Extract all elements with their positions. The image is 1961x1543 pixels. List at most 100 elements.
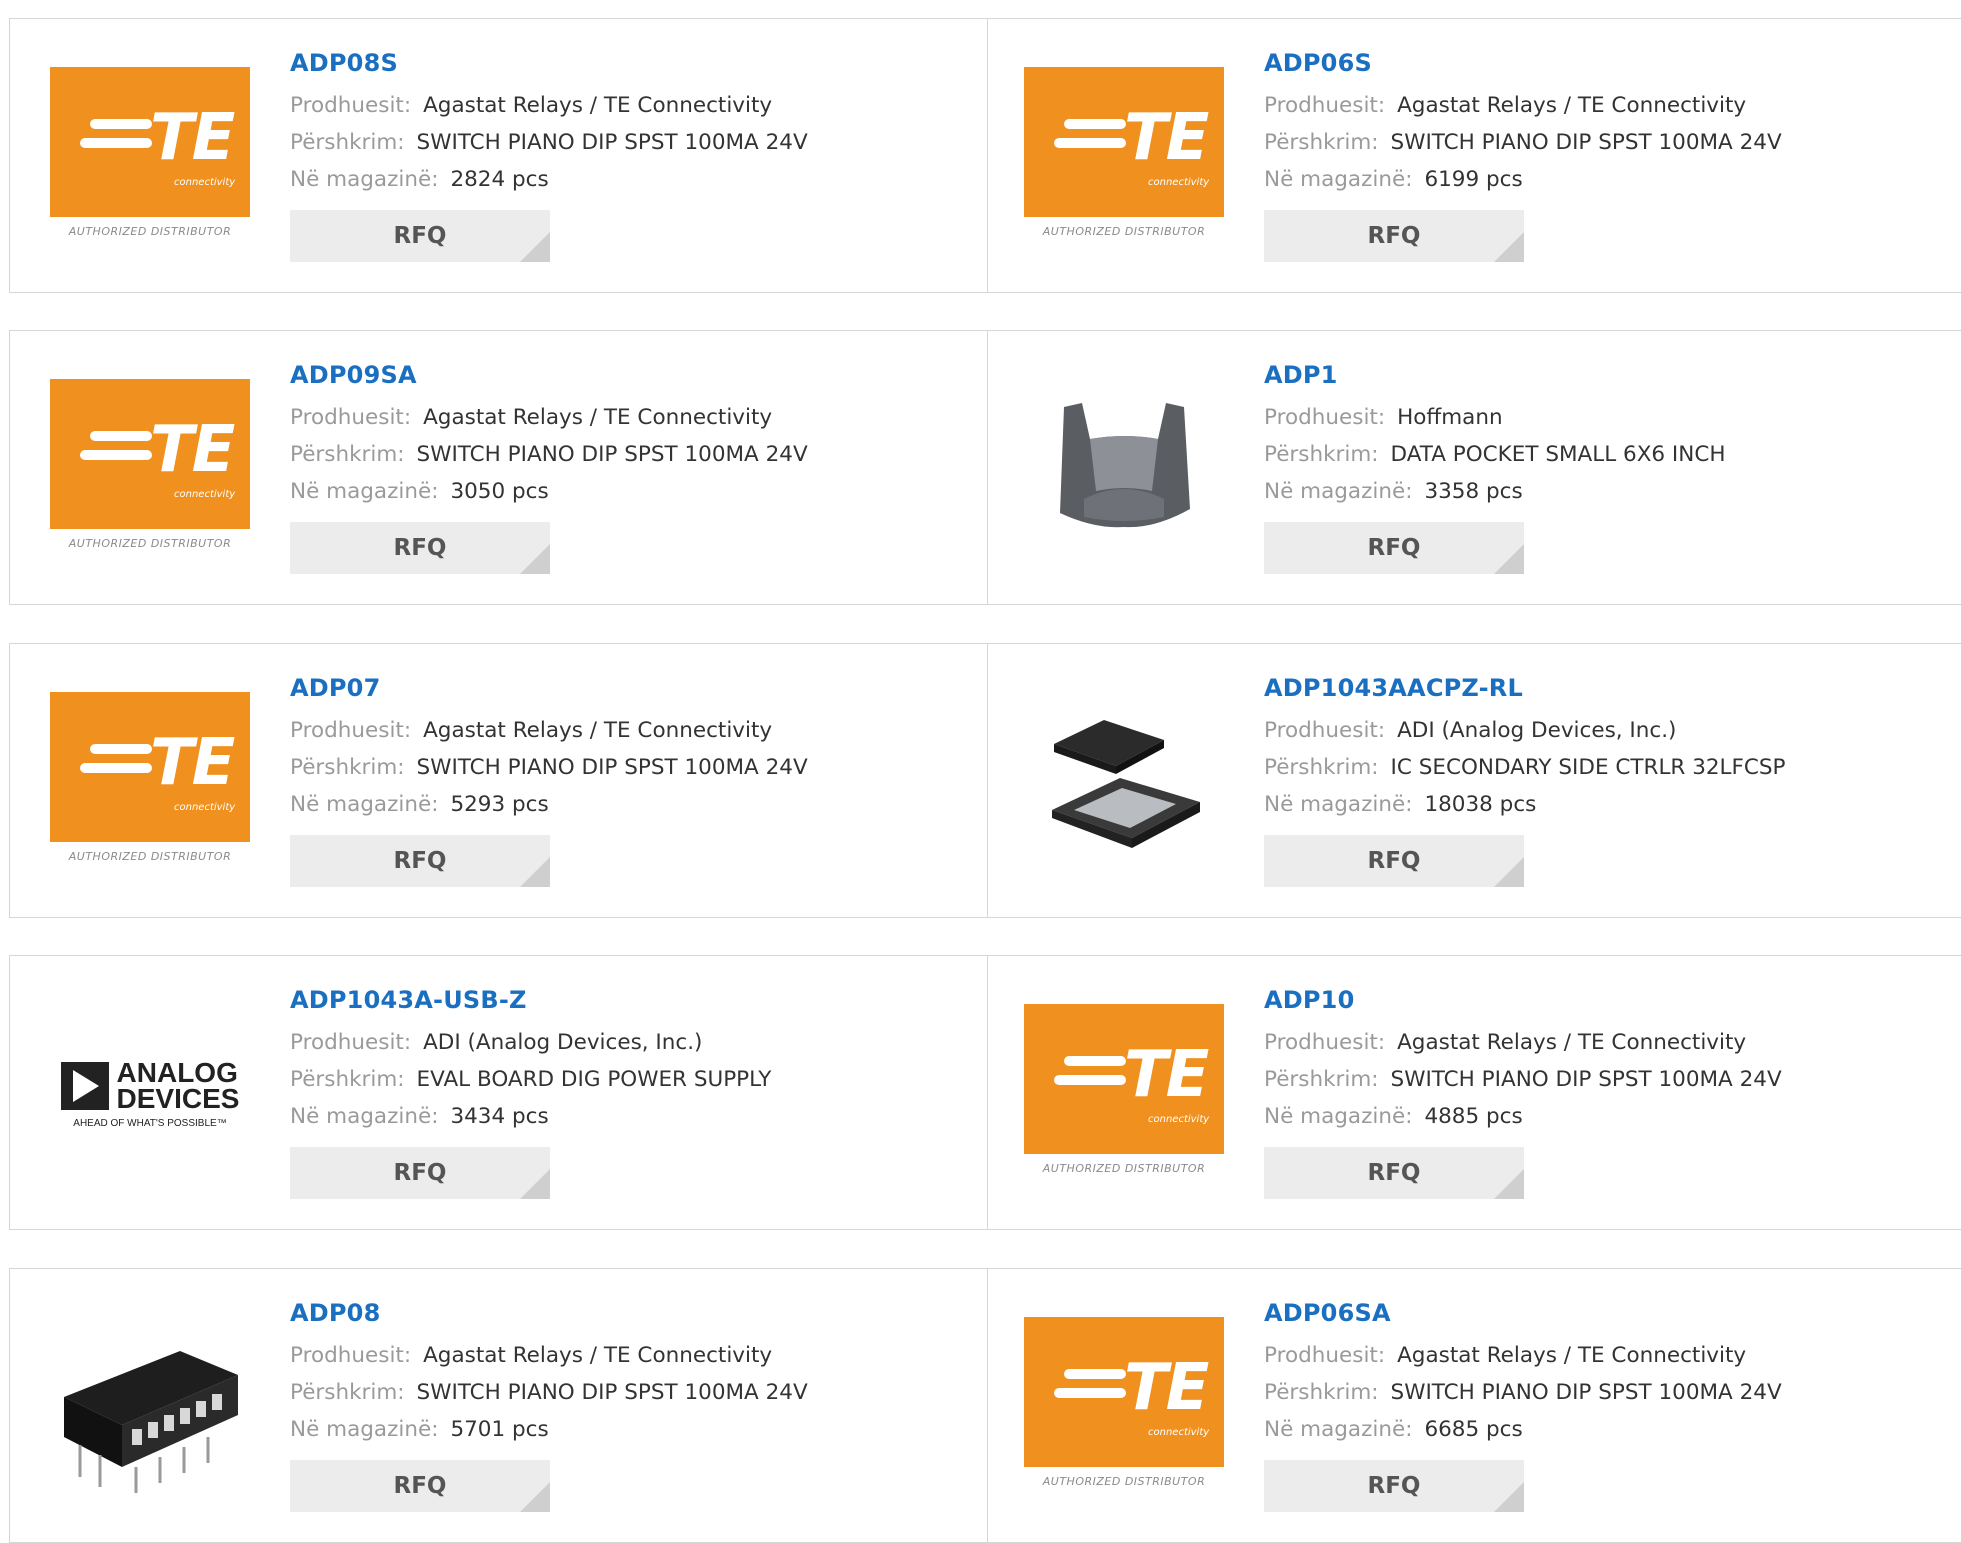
rfq-corner-icon <box>1494 1169 1524 1199</box>
manufacturer-value: Agastat Relays / TE Connectivity <box>1397 93 1747 118</box>
manufacturer-row: Prodhuesit: Agastat Relays / TE Connectiv… <box>1264 1024 1782 1061</box>
description-row: Përshkrim: SWITCH PIANO DIP SPST 100MA 24… <box>290 1374 808 1411</box>
adi-logo-line2: DEVICES <box>116 1082 240 1114</box>
product-thumbnail[interactable]: TE connectivity AUTHORIZED DISTRIBUTOR <box>50 692 250 872</box>
manufacturer-row: Prodhuesit: ADI (Analog Devices, Inc.) <box>1264 712 1786 749</box>
manufacturer-row: Prodhuesit: Agastat Relays / TE Connectiv… <box>290 1337 808 1374</box>
te-logo-word: TE <box>150 413 235 487</box>
te-logo-word: TE <box>150 101 235 175</box>
product-card: TE connectivity AUTHORIZED DISTRIBUTOR A… <box>988 1269 1961 1542</box>
rfq-corner-icon <box>1494 857 1524 887</box>
ic-chip-image <box>1052 720 1200 848</box>
part-number-link[interactable]: ADP06S <box>1264 49 1782 77</box>
stock-value: 2824 pcs <box>450 167 549 192</box>
stock-label: Në magazinë: <box>290 1104 439 1129</box>
description-row: Përshkrim: SWITCH PIANO DIP SPST 100MA 24… <box>290 749 808 786</box>
manufacturer-label: Prodhuesit: <box>1264 405 1386 430</box>
description-value: SWITCH PIANO DIP SPST 100MA 24V <box>1390 1067 1782 1092</box>
product-thumbnail[interactable]: TE connectivity AUTHORIZED DISTRIBUTOR <box>50 67 250 247</box>
te-logo-badge: TE connectivity <box>1024 67 1224 217</box>
part-number-link[interactable]: ADP08 <box>290 1299 808 1327</box>
product-thumbnail[interactable] <box>1024 379 1224 559</box>
rfq-button[interactable]: RFQ <box>1264 210 1524 262</box>
product-thumbnail[interactable] <box>1024 692 1224 872</box>
manufacturer-value: Hoffmann <box>1397 405 1503 430</box>
te-logo-badge: TE connectivity <box>50 379 250 529</box>
manufacturer-label: Prodhuesit: <box>1264 1343 1386 1368</box>
product-thumbnail[interactable]: ANALOG DEVICES AHEAD OF WHAT'S POSSIBLE™ <box>50 1004 250 1184</box>
manufacturer-value: Agastat Relays / TE Connectivity <box>1397 1030 1747 1055</box>
rfq-corner-icon <box>1494 232 1524 262</box>
stock-value: 3358 pcs <box>1424 479 1523 504</box>
product-info: ADP06S Prodhuesit: Agastat Relays / TE Con… <box>1264 49 1782 262</box>
rfq-button[interactable]: RFQ <box>1264 522 1524 574</box>
rfq-button[interactable]: RFQ <box>1264 1147 1524 1199</box>
product-card: ANALOG DEVICES AHEAD OF WHAT'S POSSIBLE™… <box>10 956 988 1229</box>
product-info: ADP09SA Prodhuesit: Agastat Relays / TE Co… <box>290 361 808 574</box>
description-value: SWITCH PIANO DIP SPST 100MA 24V <box>1390 1380 1782 1405</box>
product-thumbnail[interactable]: TE connectivity AUTHORIZED DISTRIBUTOR <box>1024 67 1224 247</box>
te-connectivity-logo: TE connectivity AUTHORIZED DISTRIBUTOR <box>50 67 250 247</box>
part-number-link[interactable]: ADP09SA <box>290 361 808 389</box>
rfq-label: RFQ <box>1367 848 1421 874</box>
part-number-link[interactable]: ADP1043A-USB-Z <box>290 986 771 1014</box>
te-logo-sub: connectivity <box>174 802 236 813</box>
te-lines-icon <box>1054 1056 1126 1094</box>
description-label: Përshkrim: <box>1264 442 1379 467</box>
part-number-link[interactable]: ADP07 <box>290 674 808 702</box>
manufacturer-value: Agastat Relays / TE Connectivity <box>423 93 773 118</box>
rfq-button[interactable]: RFQ <box>290 1147 550 1199</box>
description-value: SWITCH PIANO DIP SPST 100MA 24V <box>416 755 808 780</box>
authorized-distributor-text: AUTHORIZED DISTRIBUTOR <box>1042 1475 1206 1488</box>
rfq-corner-icon <box>520 232 550 262</box>
te-logo-word: TE <box>1124 1038 1209 1112</box>
manufacturer-label: Prodhuesit: <box>290 1030 412 1055</box>
manufacturer-label: Prodhuesit: <box>1264 1030 1386 1055</box>
description-label: Përshkrim: <box>290 442 405 467</box>
manufacturer-value: Agastat Relays / TE Connectivity <box>1397 1343 1747 1368</box>
description-value: SWITCH PIANO DIP SPST 100MA 24V <box>416 442 808 467</box>
te-connectivity-logo: TE connectivity AUTHORIZED DISTRIBUTOR <box>1024 1004 1224 1184</box>
te-logo-word: TE <box>1124 1351 1209 1425</box>
product-grid: TE connectivity AUTHORIZED DISTRIBUTOR A… <box>0 0 1961 1543</box>
part-number-link[interactable]: ADP1 <box>1264 361 1726 389</box>
stock-value: 18038 pcs <box>1424 792 1537 817</box>
rfq-button[interactable]: RFQ <box>290 210 550 262</box>
product-info: ADP1 Prodhuesit: Hoffmann Përshkrim: DATA PO… <box>1264 361 1726 574</box>
description-row: Përshkrim: SWITCH PIANO DIP SPST 100MA 24… <box>290 124 808 161</box>
te-logo-badge: TE connectivity <box>1024 1004 1224 1154</box>
product-card: ADP08 Prodhuesit: Agastat Relays / TE Conn… <box>10 1269 988 1542</box>
product-thumbnail[interactable]: TE connectivity AUTHORIZED DISTRIBUTOR <box>50 379 250 559</box>
description-label: Përshkrim: <box>1264 755 1379 780</box>
te-lines-icon <box>80 744 152 782</box>
analog-devices-logo: ANALOG DEVICES AHEAD OF WHAT'S POSSIBLE™ <box>60 1058 240 1129</box>
rfq-label: RFQ <box>393 535 447 561</box>
rfq-button[interactable]: RFQ <box>1264 835 1524 887</box>
te-connectivity-logo: TE connectivity AUTHORIZED DISTRIBUTOR <box>1024 67 1224 247</box>
te-connectivity-logo: TE connectivity AUTHORIZED DISTRIBUTOR <box>1024 1317 1224 1497</box>
part-number-link[interactable]: ADP1043AACPZ-RL <box>1264 674 1786 702</box>
te-logo-word: TE <box>150 726 235 800</box>
rfq-button[interactable]: RFQ <box>290 522 550 574</box>
te-logo-badge: TE connectivity <box>50 692 250 842</box>
stock-value: 5701 pcs <box>450 1417 549 1442</box>
part-number-link[interactable]: ADP08S <box>290 49 808 77</box>
stock-row: Në magazinë: 2824 pcs <box>290 161 808 198</box>
product-card: TE connectivity AUTHORIZED DISTRIBUTOR A… <box>10 19 988 292</box>
te-logo-word: TE <box>1124 101 1209 175</box>
part-number-link[interactable]: ADP06SA <box>1264 1299 1782 1327</box>
rfq-button[interactable]: RFQ <box>290 1460 550 1512</box>
manufacturer-label: Prodhuesit: <box>1264 718 1386 743</box>
te-logo-sub: connectivity <box>174 177 236 188</box>
product-row: ANALOG DEVICES AHEAD OF WHAT'S POSSIBLE™… <box>9 955 1961 1230</box>
description-label: Përshkrim: <box>290 130 405 155</box>
manufacturer-row: Prodhuesit: ADI (Analog Devices, Inc.) <box>290 1024 771 1061</box>
product-thumbnail[interactable]: TE connectivity AUTHORIZED DISTRIBUTOR <box>1024 1317 1224 1497</box>
rfq-button[interactable]: RFQ <box>1264 1460 1524 1512</box>
rfq-button[interactable]: RFQ <box>290 835 550 887</box>
description-label: Përshkrim: <box>290 1067 405 1092</box>
part-number-link[interactable]: ADP10 <box>1264 986 1782 1014</box>
product-thumbnail[interactable]: TE connectivity AUTHORIZED DISTRIBUTOR <box>1024 1004 1224 1184</box>
stock-label: Në magazinë: <box>1264 792 1413 817</box>
product-thumbnail[interactable] <box>50 1317 250 1497</box>
